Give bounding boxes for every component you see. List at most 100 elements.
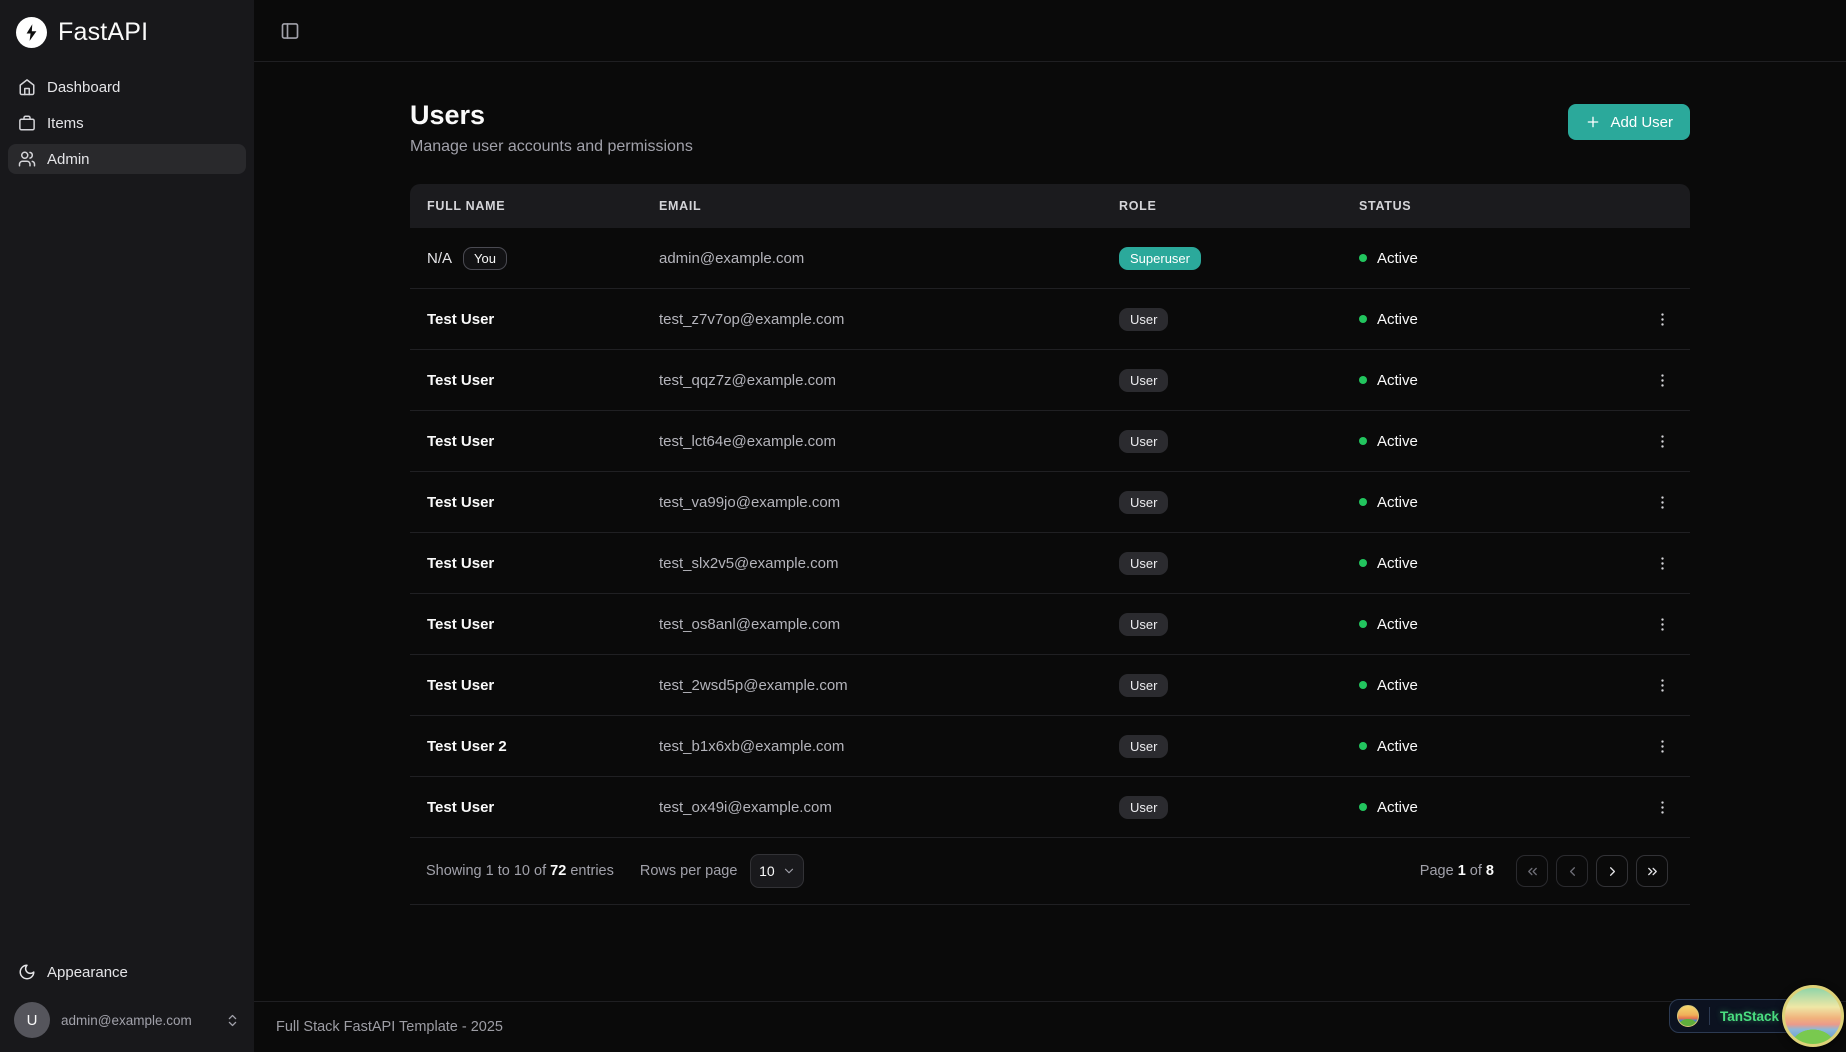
tanstack-island-icon xyxy=(1676,1005,1699,1027)
sidebar-item-admin[interactable]: Admin xyxy=(8,144,246,174)
main-area: Users Manage user accounts and permissio… xyxy=(254,0,1846,1052)
previous-page-button[interactable] xyxy=(1556,855,1588,887)
user-email: test_va99jo@example.com xyxy=(659,493,841,511)
status-label: Active xyxy=(1377,371,1418,389)
table-row: Test User test_lct64e@example.com User A… xyxy=(410,411,1690,472)
panel-left-icon xyxy=(280,21,300,41)
status-label: Active xyxy=(1377,798,1418,816)
user-menu[interactable]: U admin@example.com xyxy=(0,990,254,1052)
app-title: FastAPI xyxy=(58,18,149,46)
table-header-row: Full Name Email Role Status xyxy=(410,184,1690,228)
tanstack-devtools-badge[interactable]: TanStack xyxy=(1668,985,1844,1047)
appearance-toggle[interactable]: Appearance xyxy=(0,954,254,990)
column-header-email: Email xyxy=(659,199,702,213)
appearance-label: Appearance xyxy=(47,963,128,981)
divider xyxy=(1708,1007,1710,1025)
page-label: Page xyxy=(1419,863,1454,879)
page-header: Users Manage user accounts and permissio… xyxy=(410,100,1690,156)
user-name: Test User xyxy=(427,554,495,572)
sidebar-item-dashboard[interactable]: Dashboard xyxy=(8,72,246,102)
sidebar-item-items[interactable]: Items xyxy=(8,108,246,138)
rows-per-page-select[interactable]: 10 xyxy=(750,854,805,888)
sidebar-item-label: Dashboard xyxy=(47,78,121,96)
page-subtitle: Manage user accounts and permissions xyxy=(410,138,693,155)
app-footer: Full Stack FastAPI Template - 2025 xyxy=(254,1001,1846,1052)
role-badge: User xyxy=(1119,673,1169,697)
ellipsis-vertical-icon xyxy=(1654,677,1671,694)
sidebar-toggle-button[interactable] xyxy=(276,17,304,45)
chevron-right-icon xyxy=(1605,864,1620,879)
rows-per-page-label: Rows per page xyxy=(639,863,738,879)
column-header-status: Status xyxy=(1359,199,1412,213)
user-email: admin@example.com xyxy=(61,1012,192,1028)
you-badge: You xyxy=(463,246,507,270)
app-logo: FastAPI xyxy=(0,0,254,62)
last-page-button[interactable] xyxy=(1636,855,1668,887)
row-actions-button[interactable] xyxy=(1650,612,1675,637)
row-actions-button[interactable] xyxy=(1650,734,1675,759)
next-page-button[interactable] xyxy=(1596,855,1628,887)
status-dot xyxy=(1359,315,1367,323)
user-name: Test User xyxy=(427,432,495,450)
role-badge: Superuser xyxy=(1119,246,1201,270)
tanstack-label: TanStack xyxy=(1719,1008,1779,1024)
add-user-button[interactable]: Add User xyxy=(1568,104,1690,140)
table-row: N/A You admin@example.com Superuser Acti… xyxy=(410,228,1690,289)
row-actions-button[interactable] xyxy=(1650,368,1675,393)
user-email: test_lct64e@example.com xyxy=(659,432,836,450)
status-label: Active xyxy=(1377,737,1418,755)
row-actions-button[interactable] xyxy=(1650,490,1675,515)
table-row: Test User 2 test_b1x6xb@example.com User… xyxy=(410,716,1690,777)
ellipsis-vertical-icon xyxy=(1654,555,1671,572)
user-name: Test User xyxy=(427,615,495,633)
table-row: Test User test_os8anl@example.com User A… xyxy=(410,594,1690,655)
status-label: Active xyxy=(1377,615,1418,633)
status-label: Active xyxy=(1377,493,1418,511)
total-pages: 8 xyxy=(1485,863,1494,879)
role-badge: User xyxy=(1119,734,1169,758)
topbar xyxy=(254,0,1846,62)
status-label: Active xyxy=(1377,554,1418,572)
moon-icon xyxy=(18,963,36,981)
user-name: Test User xyxy=(427,371,495,389)
user-name: Test User xyxy=(427,310,495,328)
ellipsis-vertical-icon xyxy=(1654,738,1671,755)
ellipsis-vertical-icon xyxy=(1654,311,1671,328)
pagination-bar: Showing 1 to 10 of 72 entries Rows per p… xyxy=(410,838,1690,905)
column-header-role: Role xyxy=(1119,199,1157,213)
role-badge: User xyxy=(1119,429,1169,453)
user-email: test_ox49i@example.com xyxy=(659,798,832,816)
status-label: Active xyxy=(1377,676,1418,694)
status-dot xyxy=(1359,376,1367,384)
status-dot xyxy=(1359,742,1367,750)
sidebar: FastAPI Dashboard Items Admin Appearance… xyxy=(0,0,254,1052)
total-entries: 72 xyxy=(550,863,567,879)
tanstack-island-icon-large[interactable] xyxy=(1782,985,1844,1047)
row-actions-button[interactable] xyxy=(1650,795,1675,820)
table-row: Test User test_2wsd5p@example.com User A… xyxy=(410,655,1690,716)
status-dot xyxy=(1359,620,1367,628)
sidebar-item-label: Items xyxy=(47,114,84,132)
chevron-left-icon xyxy=(1565,864,1580,879)
row-actions-button[interactable] xyxy=(1650,307,1675,332)
rows-per-page: Rows per page 10 xyxy=(640,854,805,888)
row-actions-button[interactable] xyxy=(1650,429,1675,454)
role-badge: User xyxy=(1119,307,1169,331)
chevrons-up-down-icon xyxy=(225,1013,240,1028)
role-badge: User xyxy=(1119,612,1169,636)
app-root: FastAPI Dashboard Items Admin Appearance… xyxy=(0,0,1846,1052)
user-name: Test User xyxy=(427,676,495,694)
status-dot xyxy=(1359,803,1367,811)
user-name: Test User 2 xyxy=(427,737,507,755)
ellipsis-vertical-icon xyxy=(1654,799,1671,816)
row-actions-button[interactable] xyxy=(1650,551,1675,576)
chevron-down-icon xyxy=(782,864,796,878)
user-name: N/A xyxy=(427,249,453,267)
table-body: N/A You admin@example.com Superuser Acti… xyxy=(410,228,1690,838)
ellipsis-vertical-icon xyxy=(1654,616,1671,633)
status-dot xyxy=(1359,254,1367,262)
showing-suffix: entries xyxy=(570,863,614,879)
first-page-button[interactable] xyxy=(1516,855,1548,887)
showing-prefix: Showing 1 to 10 of xyxy=(426,863,547,879)
row-actions-button[interactable] xyxy=(1650,673,1675,698)
